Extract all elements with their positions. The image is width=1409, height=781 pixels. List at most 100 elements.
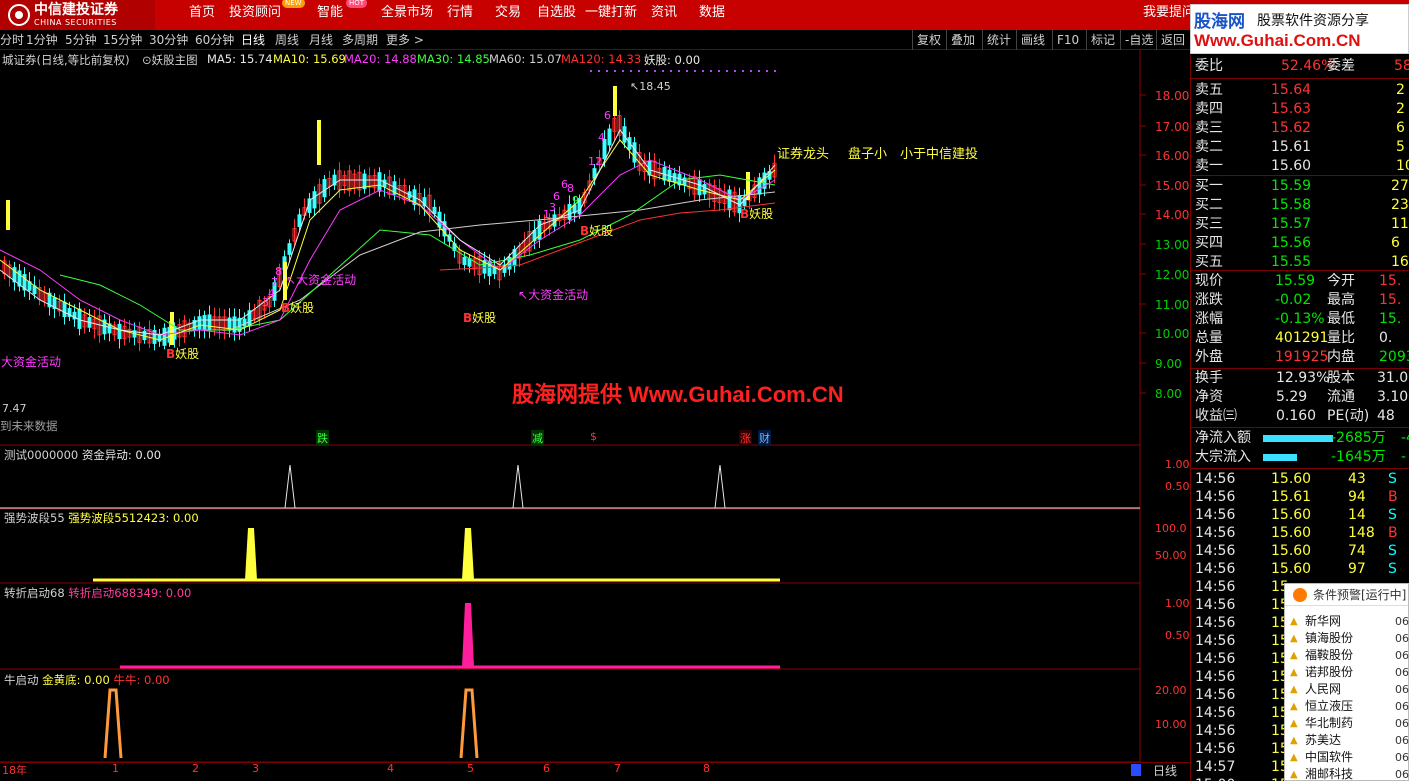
period-tab[interactable]: 30分钟 bbox=[149, 30, 188, 50]
stat-value: 15. bbox=[1379, 311, 1402, 327]
event-tag-down[interactable]: 跌 bbox=[316, 430, 329, 446]
alert-item[interactable]: ▲ 恒立液压 06 bbox=[1285, 698, 1409, 715]
tool-button[interactable]: -自选 bbox=[1120, 30, 1157, 50]
price-tick: 9.00 bbox=[1155, 357, 1182, 371]
period-tab-active[interactable]: 日线 bbox=[241, 30, 265, 50]
wave-label: 4 bbox=[598, 131, 605, 144]
price-tick: 15.00 bbox=[1155, 179, 1190, 193]
flow-value: -2685万 bbox=[1331, 430, 1386, 446]
tick-time: 14:56 bbox=[1195, 741, 1236, 757]
ask-row[interactable]: 卖四 15.63 2 bbox=[1191, 100, 1409, 119]
event-tag-reduce[interactable]: 减 bbox=[531, 430, 544, 446]
help-link[interactable]: 我要提问 bbox=[1143, 0, 1195, 30]
period-indicator[interactable]: 日线 bbox=[1153, 762, 1177, 779]
popup-header[interactable]: 条件预警[运行中] bbox=[1285, 584, 1408, 606]
nav-home[interactable]: 首页 bbox=[189, 0, 215, 30]
tool-button[interactable]: 统计 bbox=[982, 30, 1015, 50]
tick-row: 14:56 15.60 148 B bbox=[1191, 524, 1409, 543]
buy-b-icon: B bbox=[166, 347, 176, 361]
bid-volume: 27 bbox=[1391, 178, 1409, 194]
candle-body bbox=[287, 243, 292, 255]
alert-item[interactable]: ▲ 苏美达 06 bbox=[1285, 732, 1409, 749]
alert-stock-name: 湘邮科技 bbox=[1305, 767, 1354, 781]
signal-dot bbox=[766, 70, 768, 72]
ma120-label: MA120: 14.33 bbox=[561, 52, 642, 66]
tick-price: 15.60 bbox=[1271, 543, 1312, 559]
wave-label: 8 bbox=[275, 265, 282, 278]
nav-watchlist[interactable]: 自选股 bbox=[537, 0, 576, 30]
wave-label: 9 bbox=[572, 194, 579, 207]
candle-body bbox=[757, 177, 762, 195]
broker-logo[interactable]: 中信建投证券 CHINA SECURITIES bbox=[0, 0, 155, 30]
sub-axis-tick: 10.00 bbox=[1155, 718, 1187, 731]
alert-item[interactable]: ▲ 诺邦股份 06 bbox=[1285, 664, 1409, 681]
bid-row[interactable]: 买二 15.58 23 bbox=[1191, 196, 1409, 215]
alert-item[interactable]: ▲ 新华网 06 bbox=[1285, 613, 1409, 630]
period-tab[interactable]: 5分钟 bbox=[65, 30, 97, 50]
period-tab[interactable]: 月线 bbox=[309, 30, 333, 50]
tool-button[interactable]: 返回 bbox=[1156, 30, 1189, 50]
yaogu-text: 妖股 bbox=[175, 347, 200, 361]
scroll-handle-icon[interactable] bbox=[1131, 764, 1141, 776]
ask-row[interactable]: 卖一 15.60 10 bbox=[1191, 157, 1409, 176]
alert-item[interactable]: ▲ 中国软件 06 bbox=[1285, 749, 1409, 766]
ma30-label: MA30: 14.85 bbox=[417, 52, 490, 66]
nav-advisor[interactable]: 投资顾问 NEW bbox=[229, 0, 305, 30]
nav-smart[interactable]: 智能 HOT bbox=[317, 0, 368, 30]
stat-value: 191925 bbox=[1275, 349, 1329, 365]
yaogu-marker: B妖股 bbox=[580, 222, 613, 239]
bid-row[interactable]: 买三 15.57 11 bbox=[1191, 215, 1409, 234]
period-tab[interactable]: 分时 bbox=[0, 30, 24, 50]
event-tag-dollar[interactable]: $ bbox=[590, 430, 597, 443]
period-tab[interactable]: 60分钟 bbox=[195, 30, 234, 50]
high-price-label: ↖18.45 bbox=[630, 80, 671, 93]
fund-value: 5.29 bbox=[1276, 389, 1308, 405]
period-tab-more[interactable]: 更多 > bbox=[386, 30, 424, 50]
nav-quotes[interactable]: 行情 bbox=[447, 0, 473, 30]
period-tab[interactable]: 多周期 bbox=[342, 30, 378, 50]
period-tab[interactable]: 15分钟 bbox=[103, 30, 142, 50]
price-tick: 18.00 bbox=[1155, 89, 1190, 103]
period-tab[interactable]: 1分钟 bbox=[26, 30, 58, 50]
nav-news[interactable]: 资讯 bbox=[651, 0, 677, 30]
nav-data[interactable]: 数据 bbox=[699, 0, 725, 30]
alert-item[interactable]: ▲ 人民网 06 bbox=[1285, 681, 1409, 698]
fund-label: 净资 bbox=[1195, 389, 1223, 405]
ask-row[interactable]: 卖二 15.61 5 bbox=[1191, 138, 1409, 157]
signal-dot bbox=[606, 70, 608, 72]
big-money-label: ↖大资金活动 bbox=[518, 288, 589, 302]
alert-item[interactable]: ▲ 湘邮科技 06 bbox=[1285, 766, 1409, 781]
ask-row[interactable]: 卖五 15.64 2 bbox=[1191, 81, 1409, 100]
nav-trade[interactable]: 交易 bbox=[495, 0, 521, 30]
tool-button[interactable]: 叠加 bbox=[946, 30, 979, 50]
stat-label: 量比 bbox=[1327, 330, 1355, 346]
bid-row[interactable]: 买四 15.56 6 bbox=[1191, 234, 1409, 253]
up-arrow-icon: ▲ bbox=[1290, 735, 1298, 746]
event-tag-finance[interactable]: 财 bbox=[758, 430, 771, 446]
condition-alert-popup[interactable]: 条件预警[运行中] ▲ 新华网 06 ▲ 镇海股份 06 ▲ 福鞍股份 06 ▲ 诺邦… bbox=[1284, 583, 1409, 781]
tool-button[interactable]: 复权 bbox=[912, 30, 945, 50]
tick-time: 14:56 bbox=[1195, 705, 1236, 721]
nav-ipo[interactable]: 一键打新 bbox=[585, 0, 637, 30]
period-tab[interactable]: 周线 bbox=[275, 30, 299, 50]
tool-button[interactable]: F10 bbox=[1052, 30, 1083, 50]
signal-dot bbox=[630, 70, 632, 72]
alert-item[interactable]: ▲ 华北制药 06 bbox=[1285, 715, 1409, 732]
subchart-3-value: 转折启动688349: 0.00 bbox=[68, 586, 192, 600]
flow-bar bbox=[1263, 435, 1333, 442]
candle-body bbox=[62, 301, 67, 318]
event-tag-up[interactable]: 涨 bbox=[739, 430, 752, 446]
alert-item[interactable]: ▲ 镇海股份 06 bbox=[1285, 630, 1409, 647]
ask-row[interactable]: 卖三 15.62 6 bbox=[1191, 119, 1409, 138]
tick-time: 14:56 bbox=[1195, 669, 1236, 685]
buy-b-icon: B bbox=[740, 207, 750, 221]
price-tick: 16.00 bbox=[1155, 149, 1190, 163]
alert-item[interactable]: ▲ 福鞍股份 06 bbox=[1285, 647, 1409, 664]
tool-button[interactable]: 画线 bbox=[1016, 30, 1049, 50]
signal-dot bbox=[758, 70, 760, 72]
tool-button[interactable]: 标记 bbox=[1086, 30, 1119, 50]
bid-label: 买四 bbox=[1195, 235, 1223, 251]
fund-label: 股本 bbox=[1327, 370, 1355, 386]
bid-row[interactable]: 买一 15.59 27 bbox=[1191, 177, 1409, 196]
nav-market-panorama[interactable]: 全景市场 bbox=[381, 0, 433, 30]
